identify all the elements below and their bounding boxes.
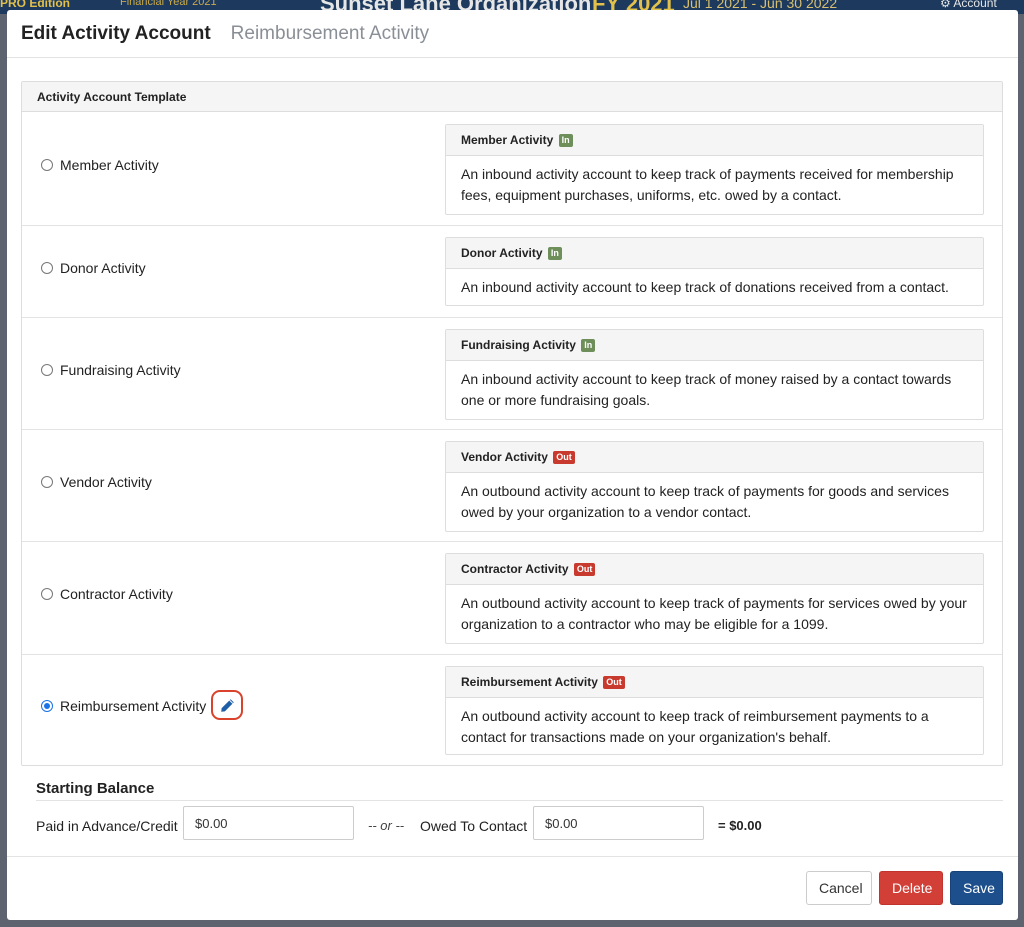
option-label[interactable]: Member Activity — [60, 157, 159, 173]
card-description: An outbound activity account to keep tra… — [461, 708, 929, 745]
option-label[interactable]: Vendor Activity — [60, 474, 152, 490]
template-option-reimbursement[interactable]: Reimbursement Activity Reimbursement Act… — [22, 655, 1002, 765]
balance-total: = $0.00 — [718, 818, 762, 833]
starting-balance-row: Paid in Advance/Credit -- or -- Owed To … — [36, 806, 1003, 850]
modal-title: Edit Activity Account — [21, 22, 211, 44]
card-header: Donor Activity In — [446, 238, 983, 269]
card-header: Member Activity In — [446, 125, 983, 156]
direction-badge: Out — [603, 676, 625, 689]
card-description: An outbound activity account to keep tra… — [461, 595, 967, 632]
template-option-vendor[interactable]: Vendor Activity Vendor Activity Out An o… — [22, 430, 1002, 542]
save-button[interactable]: Save — [950, 871, 1003, 905]
template-option-fundraising[interactable]: Fundraising Activity Fundraising Activit… — [22, 318, 1002, 430]
advance-credit-label: Paid in Advance/Credit — [36, 818, 178, 834]
template-card-reimbursement: Reimbursement Activity Out An outbound a… — [445, 666, 984, 755]
direction-badge: In — [547, 247, 562, 260]
starting-balance-section: Starting Balance Paid in Advance/Credit … — [36, 780, 1003, 850]
template-panel: Activity Account Template Member Activit… — [21, 81, 1003, 766]
template-card-member: Member Activity In An inbound activity a… — [445, 124, 984, 215]
card-title: Member Activity — [461, 133, 554, 147]
radio-vendor[interactable] — [41, 476, 53, 488]
card-description: An inbound activity account to keep trac… — [461, 166, 954, 203]
radio-member[interactable] — [41, 159, 53, 171]
option-label[interactable]: Reimbursement Activity — [60, 698, 206, 714]
modal-footer: Cancel Delete Save — [7, 856, 1018, 920]
option-label[interactable]: Fundraising Activity — [60, 362, 181, 378]
card-description: An inbound activity account to keep trac… — [461, 279, 949, 295]
direction-badge: In — [558, 134, 573, 147]
card-header: Reimbursement Activity Out — [446, 667, 983, 698]
template-option-donor[interactable]: Donor Activity Donor Activity In An inbo… — [22, 226, 1002, 318]
starting-balance-title: Starting Balance — [36, 780, 1003, 801]
template-option-member[interactable]: Member Activity Member Activity In An in… — [22, 113, 1002, 226]
card-description: An outbound activity account to keep tra… — [461, 483, 949, 520]
template-option-contractor[interactable]: Contractor Activity Contractor Activity … — [22, 542, 1002, 655]
direction-badge: Out — [573, 563, 596, 576]
modal-header: Edit Activity Account Reimbursement Acti… — [7, 10, 1018, 58]
owed-to-contact-input[interactable] — [533, 806, 704, 840]
or-separator: -- or -- — [368, 818, 405, 833]
card-title: Reimbursement Activity — [461, 675, 598, 689]
radio-reimbursement[interactable] — [41, 700, 53, 712]
template-card-donor: Donor Activity In An inbound activity ac… — [445, 237, 984, 306]
advance-credit-input[interactable] — [183, 806, 354, 840]
cancel-button[interactable]: Cancel — [806, 871, 872, 905]
template-card-fundraising: Fundraising Activity In An inbound activ… — [445, 329, 984, 420]
direction-badge: In — [581, 339, 596, 352]
direction-badge: Out — [553, 451, 575, 464]
card-header: Fundraising Activity In — [446, 330, 983, 361]
owed-to-contact-label: Owed To Contact — [420, 818, 528, 834]
pencil-icon — [220, 698, 234, 712]
card-header: Contractor Activity Out — [446, 554, 983, 585]
option-label[interactable]: Contractor Activity — [60, 586, 173, 602]
option-label[interactable]: Donor Activity — [60, 260, 146, 276]
delete-button[interactable]: Delete — [879, 871, 943, 905]
modal-subtitle: Reimbursement Activity — [230, 22, 430, 44]
edit-template-button[interactable] — [211, 690, 243, 720]
radio-fundraising[interactable] — [41, 364, 53, 376]
account-menu: ⚙ Account — [940, 0, 997, 10]
card-title: Contractor Activity — [461, 562, 569, 576]
card-header: Vendor Activity Out — [446, 442, 983, 473]
template-panel-heading: Activity Account Template — [22, 82, 1002, 112]
radio-donor[interactable] — [41, 262, 53, 274]
card-title: Vendor Activity — [461, 450, 548, 464]
edition-badge: PRO Edition — [0, 0, 70, 10]
financial-year-select: Financial Year 2021 — [120, 0, 217, 8]
card-title: Fundraising Activity — [461, 338, 576, 352]
radio-contractor[interactable] — [41, 588, 53, 600]
edit-activity-account-modal: Edit Activity Account Reimbursement Acti… — [7, 10, 1018, 920]
card-description: An inbound activity account to keep trac… — [461, 371, 952, 408]
template-card-contractor: Contractor Activity Out An outbound acti… — [445, 553, 984, 644]
card-title: Donor Activity — [461, 246, 543, 260]
template-card-vendor: Vendor Activity Out An outbound activity… — [445, 441, 984, 532]
